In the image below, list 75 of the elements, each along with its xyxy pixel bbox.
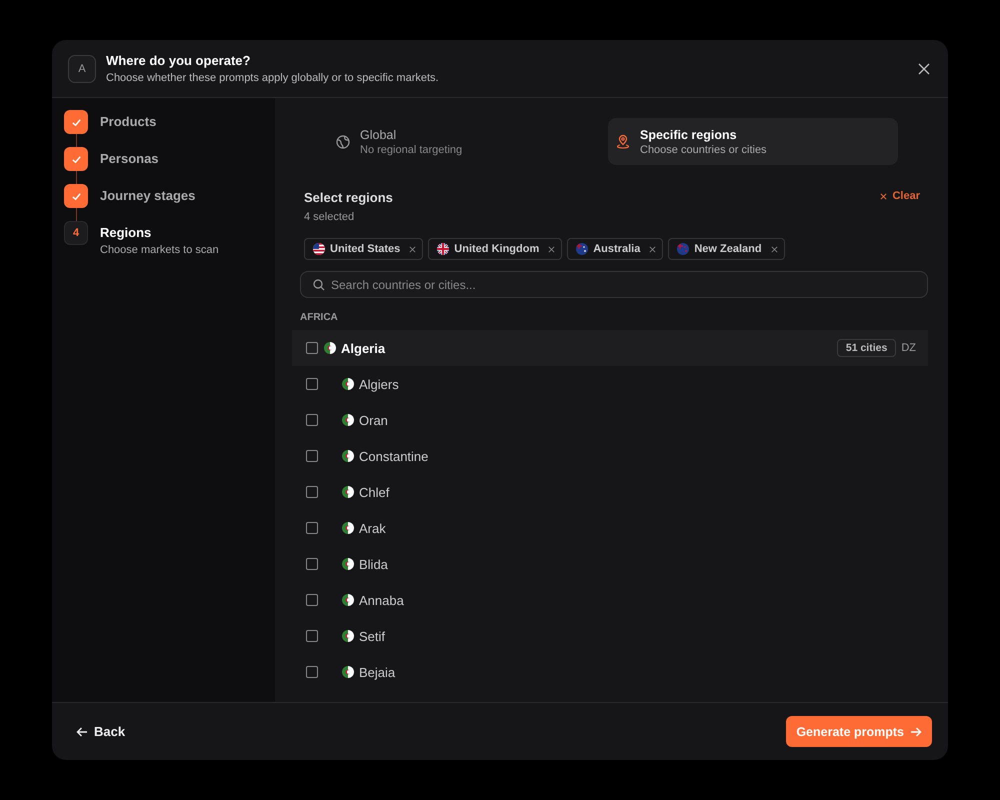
- scope-option[interactable]: Specific regions Choose countries or cities: [608, 118, 898, 165]
- city-name[interactable]: Oran: [359, 412, 388, 428]
- close-icon: [918, 62, 930, 74]
- region-chip: New Zealand: [668, 238, 785, 260]
- city-name[interactable]: Chlef: [359, 484, 390, 500]
- remove-button[interactable]: [546, 244, 558, 254]
- close-icon: [770, 246, 778, 252]
- checkbox[interactable]: [306, 342, 318, 354]
- section-title: Select regions: [304, 190, 393, 205]
- arrow-left-icon: [76, 726, 88, 738]
- city-name[interactable]: Blida: [359, 556, 388, 572]
- city-name[interactable]: Annaba: [359, 592, 404, 608]
- flag-icon: [342, 378, 354, 390]
- remove-button[interactable]: [407, 244, 418, 254]
- step-label[interactable]: Journey stages: [100, 184, 196, 208]
- check-icon: [70, 154, 82, 164]
- globe-icon: [336, 134, 350, 148]
- selected-count: 4 selected: [304, 211, 356, 223]
- back-button[interactable]: Back: [76, 724, 126, 739]
- close-icon: [548, 246, 556, 252]
- city-name[interactable]: Arak: [359, 520, 386, 536]
- checkbox[interactable]: [306, 378, 318, 390]
- checkbox[interactable]: [306, 414, 318, 426]
- city-name[interactable]: Setif: [359, 628, 386, 644]
- city-count: 51 cities: [836, 339, 896, 357]
- flag-icon: [677, 243, 690, 255]
- search-field[interactable]: Search countries or cities...: [300, 271, 928, 298]
- checkbox[interactable]: [306, 594, 318, 606]
- step-label[interactable]: Personas: [100, 147, 159, 171]
- city-name[interactable]: Bejaia: [359, 664, 396, 680]
- flag-icon: [342, 522, 354, 534]
- step-badge: 4: [64, 221, 88, 245]
- close-icon: [649, 246, 656, 252]
- map-pin-icon: [616, 134, 630, 149]
- remove-button[interactable]: [768, 244, 780, 254]
- group-heading: AFRICA: [299, 312, 339, 325]
- close-icon: [880, 192, 888, 200]
- flag-icon: [342, 558, 354, 570]
- avatar: A: [68, 54, 96, 82]
- city-name[interactable]: Algiers: [359, 376, 399, 392]
- flag-icon: [342, 450, 354, 462]
- close-icon: [409, 246, 416, 252]
- flag-icon: [342, 666, 354, 678]
- step-description: Choose markets to scan: [100, 244, 219, 256]
- flag-icon: [342, 594, 354, 606]
- region-chip: Australia: [567, 238, 664, 260]
- check-icon: [70, 116, 82, 128]
- city-name[interactable]: Constantine: [359, 448, 428, 464]
- step-label[interactable]: Regions: [100, 221, 219, 245]
- checkbox[interactable]: [306, 450, 318, 462]
- checkbox[interactable]: [306, 558, 318, 570]
- close-button[interactable]: [916, 60, 932, 76]
- check-icon: [70, 190, 82, 202]
- flag-icon: [324, 342, 336, 354]
- country-code: DZ: [901, 342, 916, 354]
- region-chip: United Kingdom: [428, 238, 562, 260]
- checkbox[interactable]: [306, 666, 318, 678]
- checkbox[interactable]: [306, 522, 318, 534]
- remove-button[interactable]: [647, 244, 658, 254]
- dialog-title: Where do you operate?: [106, 53, 252, 68]
- dialog-subtitle: Choose whether these prompts apply globally or to specific markets.: [106, 72, 440, 84]
- flag-icon: [342, 486, 354, 498]
- flag-icon: [342, 630, 354, 642]
- arrow-right-icon: [910, 726, 922, 738]
- flag-icon: [576, 243, 588, 255]
- flag-icon: [313, 243, 325, 255]
- checkbox[interactable]: [306, 630, 318, 642]
- checkbox[interactable]: [306, 486, 318, 498]
- region-chip: United States: [304, 238, 424, 260]
- scope-option[interactable]: Global No regional targeting: [300, 118, 590, 165]
- country-row[interactable]: Algeria 51 cities DZ: [292, 330, 928, 366]
- clear-button[interactable]: Clear: [880, 190, 920, 202]
- flag-icon: [437, 243, 450, 255]
- step-label[interactable]: Products: [100, 110, 156, 134]
- flag-icon: [342, 414, 354, 426]
